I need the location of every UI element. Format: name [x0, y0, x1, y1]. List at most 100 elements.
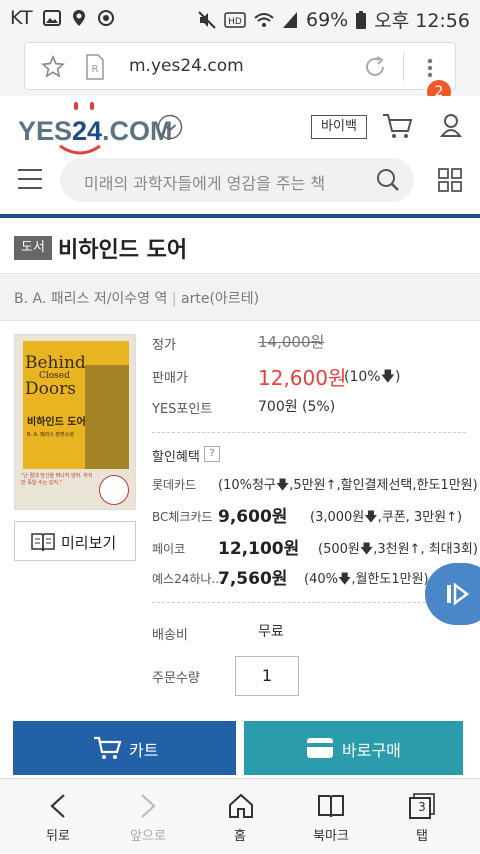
home-icon: [229, 793, 253, 818]
location-icon: [72, 10, 85, 26]
publisher-link[interactable]: arte(아르테): [181, 291, 259, 307]
quantity-label: 주문수량: [152, 671, 200, 686]
battery-icon: [356, 10, 367, 29]
preview-label: 미리보기: [61, 534, 117, 552]
site-header: YES 24 .COM 바이백 미래의 과학자들에게 영감을 주는 책: [0, 96, 480, 218]
points-value: 700원 (5%): [258, 399, 336, 415]
sale-price-value: 12,600원: [258, 366, 347, 390]
discount-detail-b: ,월한도1만원): [351, 572, 429, 587]
cart-icon: [94, 736, 122, 759]
category-grid-icon[interactable]: [438, 168, 462, 192]
cover-title-en: Behind Closed Doors: [25, 353, 86, 399]
chevron-down-icon[interactable]: [157, 114, 183, 140]
buyback-button[interactable]: 바이백: [311, 115, 367, 139]
forward-button[interactable]: 앞으로: [100, 779, 196, 854]
down-arrow-icon: 🡇: [337, 572, 352, 587]
battery-percent: 69%: [306, 8, 349, 31]
discount-header: 할인혜택: [152, 450, 200, 465]
discount-row-label: 예스24하나...: [152, 572, 223, 586]
bookmarks-button[interactable]: 북마크: [283, 779, 379, 854]
divider: [152, 602, 466, 603]
discount-row-label: 롯데카드: [152, 478, 197, 492]
buy-now-button[interactable]: 바로구매: [244, 721, 463, 775]
search-placeholder: 미래의 과학자들에게 영감을 주는 책: [84, 174, 326, 193]
discount-row-label: 페이코: [152, 542, 186, 556]
down-arrow-icon: 🡇: [275, 478, 290, 493]
discount-row-detail: (500원🡇,3천원↑, 최대3회): [318, 538, 478, 562]
forward-arrow-icon: [141, 794, 156, 818]
forward-label: 앞으로: [130, 829, 166, 844]
open-book-icon: [31, 533, 55, 552]
down-arrow-icon: 🡇: [359, 542, 374, 557]
tabs-label: 탭: [416, 829, 428, 844]
back-button[interactable]: 뒤로: [10, 779, 106, 854]
sync-icon: [97, 10, 114, 26]
cover-title-en-3: Doors: [25, 379, 76, 399]
wifi-icon: [254, 12, 274, 27]
url-text[interactable]: m.yes24.com: [129, 56, 244, 76]
discount-row-amount: 7,560원: [218, 569, 288, 589]
discount-detail-a: (3,000원: [310, 510, 365, 525]
browser-bottom-bar: 뒤로 앞으로 홈 북마크 3 탭: [0, 778, 480, 853]
discount-detail-b: ,5만원↑,할인결제선택,한도1만원): [289, 478, 478, 493]
logo-smile-icon: [59, 144, 101, 155]
book-cover[interactable]: Behind Closed Doors 비하인드 도어 B. A. 패리스 장편…: [14, 334, 136, 510]
cover-title-ko: 비하인드 도어: [27, 417, 86, 428]
discount-detail-a: (40%: [304, 572, 338, 587]
discount-detail-b: ,3천원↑, 최대3회): [373, 542, 478, 557]
carrier-label: KT: [10, 7, 33, 29]
discount-row-label: BC체크카드: [152, 510, 213, 524]
cart-button[interactable]: 카트: [13, 721, 236, 775]
back-arrow-icon: [50, 794, 65, 818]
credit-card-icon: [307, 738, 333, 758]
search-icon[interactable]: [376, 168, 400, 192]
reader-mode-icon[interactable]: R: [85, 54, 105, 80]
back-label: 뒤로: [46, 829, 70, 844]
cart-icon[interactable]: [382, 112, 414, 140]
user-icon[interactable]: [440, 112, 462, 140]
floating-panel-button[interactable]: [425, 563, 480, 625]
cover-sticker: [99, 475, 129, 505]
address-bar[interactable]: R m.yes24.com: [24, 42, 456, 90]
cover-shadow: [85, 365, 129, 469]
quantity-input[interactable]: 1: [235, 656, 299, 696]
bookmark-star-icon[interactable]: [41, 55, 65, 79]
product-title-bar: 도서 비하인드 도어: [0, 222, 480, 274]
discount-detail-a: (500원: [318, 542, 360, 557]
tabs-count: 3: [418, 800, 426, 814]
sale-price-label: 판매가: [152, 371, 188, 386]
preview-button[interactable]: 미리보기: [14, 521, 136, 561]
cover-blurb: "난 절대 당신을 떠나지 않아. 하지만 죽일 수는 있지.": [21, 473, 93, 486]
search-input[interactable]: 미래의 과학자들에게 영감을 주는 책: [60, 158, 414, 202]
bookmarks-icon: [318, 795, 344, 818]
discount-row-detail: (40%🡇,월한도1만원): [304, 568, 429, 592]
shipping-value: 무료: [258, 624, 284, 640]
more-menu-icon[interactable]: [427, 57, 433, 79]
points-label: YES포인트: [152, 402, 213, 417]
cover-author: B. A. 패리스 장편소설: [27, 432, 74, 438]
yes24-logo[interactable]: YES 24 .COM: [18, 102, 173, 155]
svg-text:HD: HD: [228, 17, 242, 27]
list-price-value: 14,000원: [258, 333, 325, 351]
down-arrow-icon: 🡇): [380, 369, 401, 385]
discount-detail-b: ,쿠폰, 3만원↑): [377, 510, 463, 525]
cart-button-label: 카트: [129, 741, 159, 760]
down-arrow-icon: 🡇: [364, 510, 378, 525]
author-link[interactable]: B. A. 패리스 저/이수영 역: [14, 291, 167, 307]
book-title: 비하인드 도어: [58, 238, 188, 263]
discount-help-button[interactable]: ?: [204, 446, 220, 462]
status-bar: KT HD 69% 오후 12:56: [0, 0, 480, 36]
cover-title-en-1: Behind: [25, 353, 86, 373]
home-button[interactable]: 홈: [192, 779, 288, 854]
browser-toolbar: R m.yes24.com 2: [0, 36, 480, 104]
signal-icon: [283, 11, 297, 28]
logo-yes: YES: [18, 116, 73, 146]
tabs-button[interactable]: 3 탭: [374, 779, 470, 854]
divider: [152, 432, 466, 433]
reload-icon[interactable]: [363, 55, 387, 79]
discount-row-amount: 12,100원: [218, 539, 300, 559]
bookmarks-label: 북마크: [313, 829, 349, 844]
discount-row-amount: 9,600원: [218, 507, 288, 527]
menu-icon[interactable]: [18, 168, 42, 190]
category-badge: 도서: [14, 236, 52, 260]
